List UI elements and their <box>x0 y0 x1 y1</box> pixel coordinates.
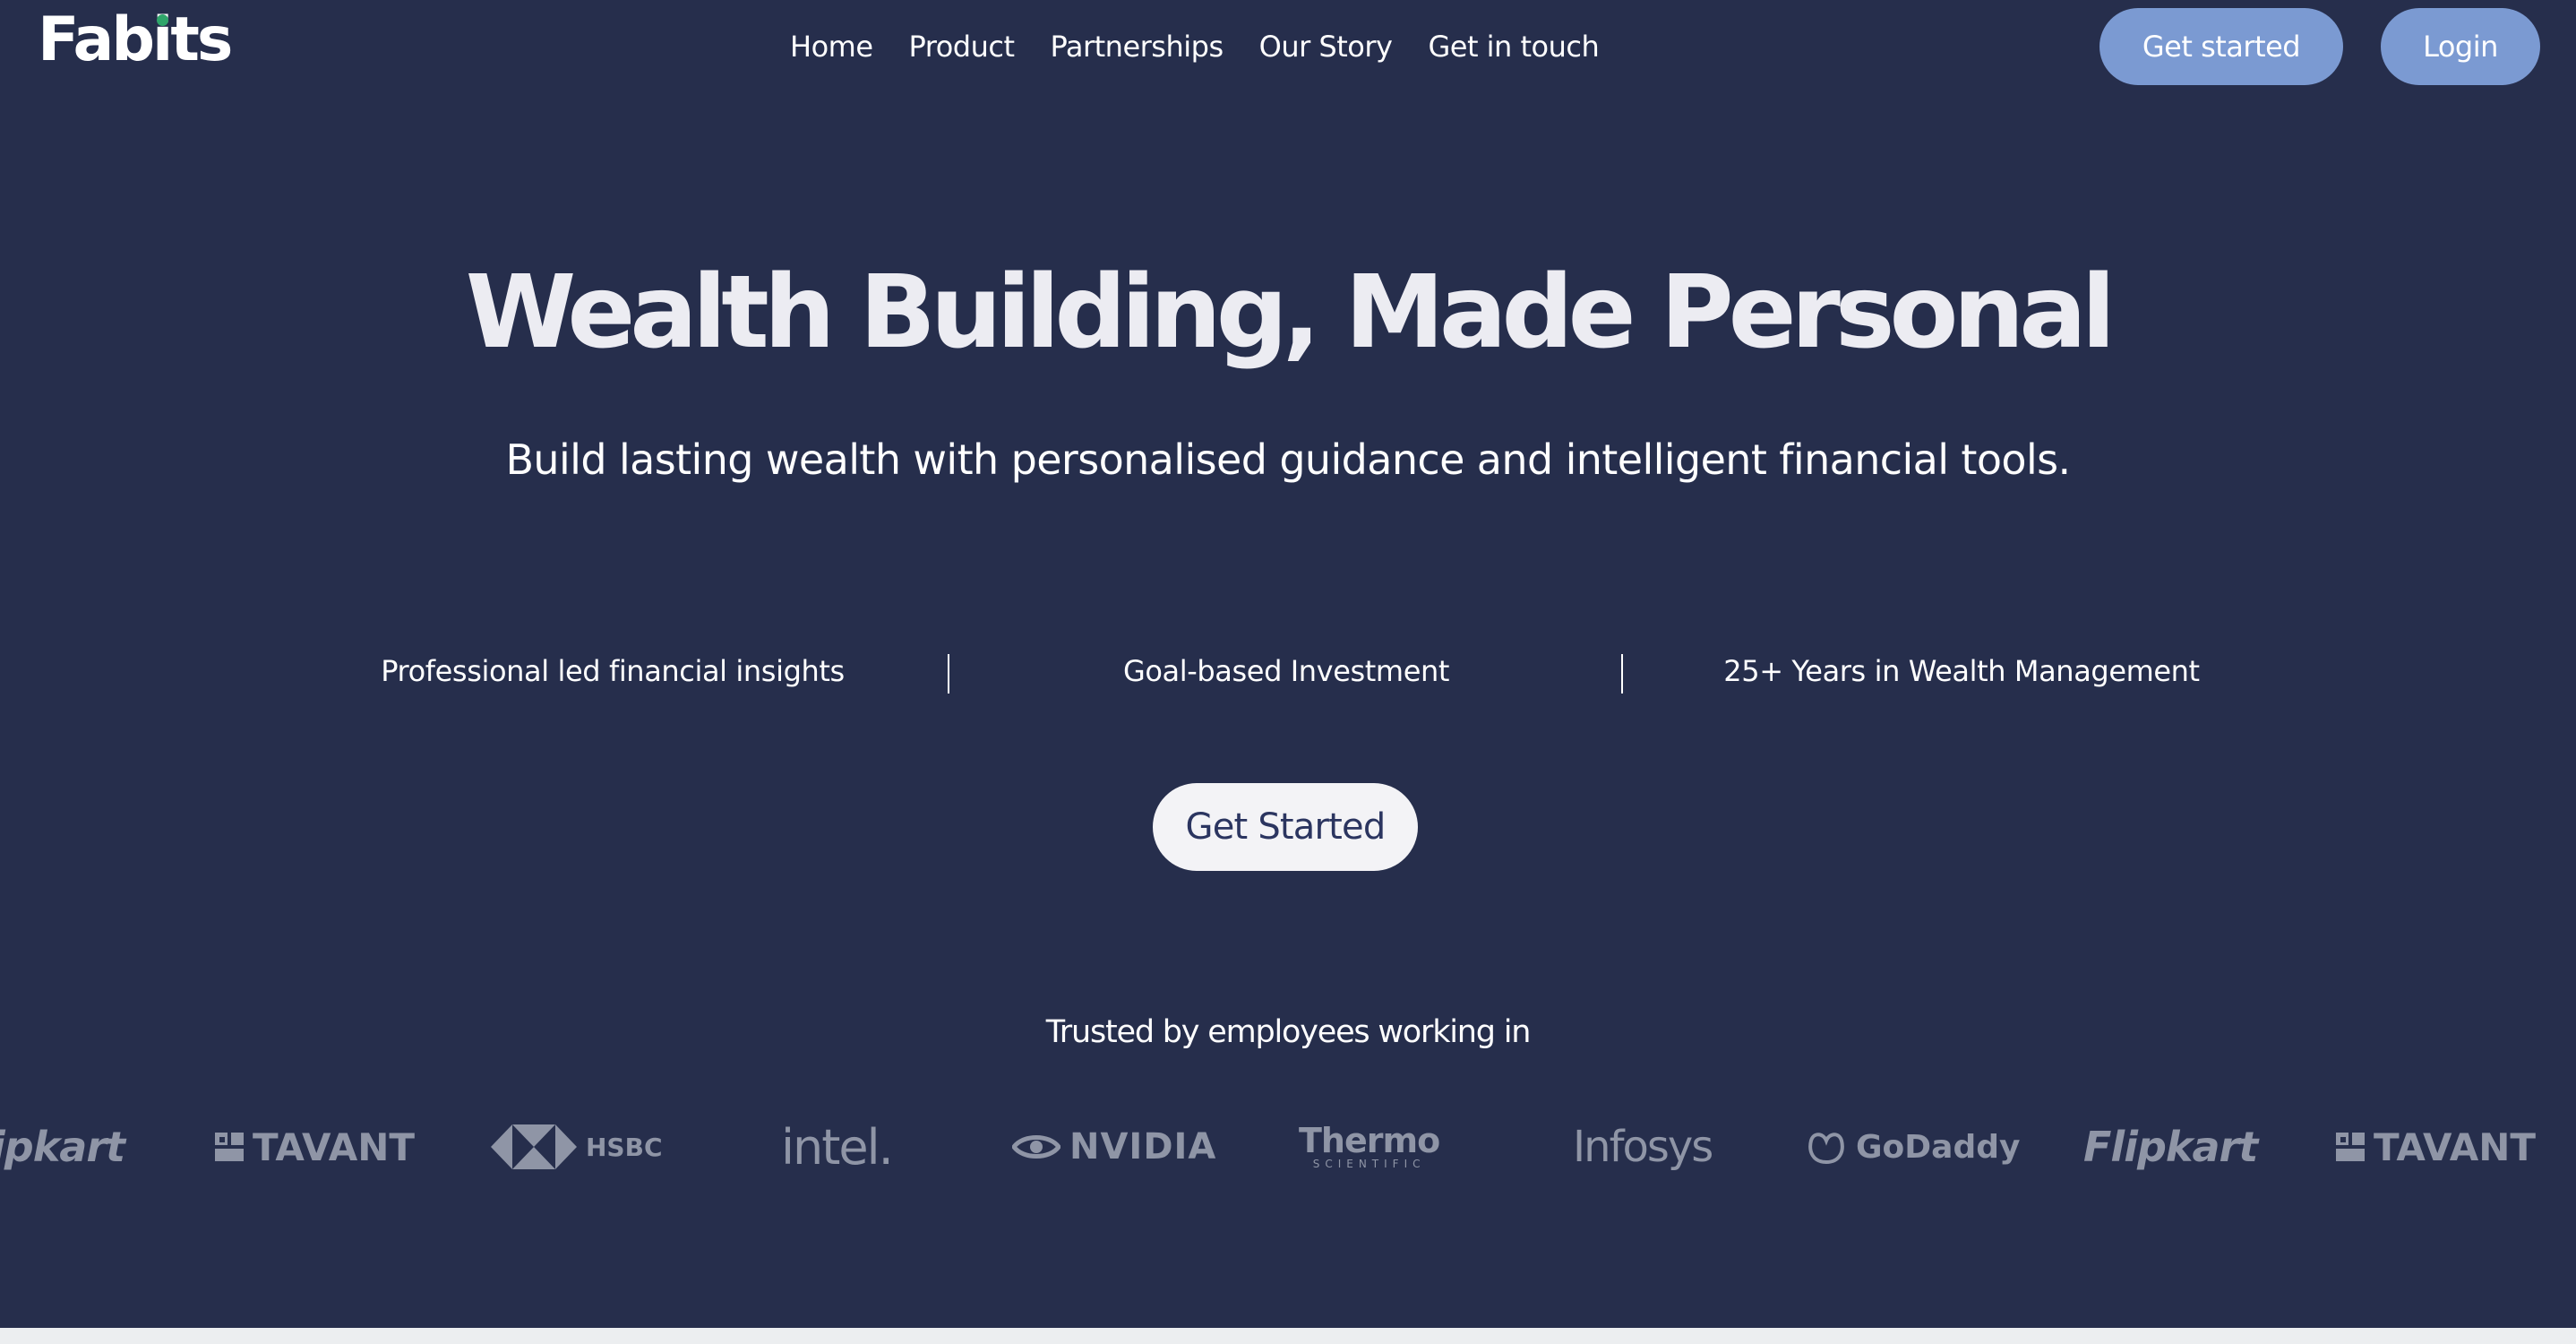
hero-title: Wealth Building, Made Personal <box>465 254 2116 371</box>
get-started-cta-button[interactable]: Get Started <box>1153 783 1418 871</box>
get-started-header-button[interactable]: Get started <box>2099 8 2343 85</box>
nvidia-logo: NVIDIA <box>1012 1111 1216 1183</box>
page-bottom-edge <box>0 1328 2576 1344</box>
feature-divider <box>1621 654 1623 694</box>
logo-label: ipkart <box>0 1123 125 1171</box>
feature-item: 25+ Years in Wealth Management <box>1723 654 2200 688</box>
flipkart-logo: ipkart <box>0 1111 125 1183</box>
logo-label: GoDaddy <box>1856 1128 2021 1166</box>
hsbc-hexagon-icon <box>491 1124 577 1169</box>
feature-divider <box>948 654 949 694</box>
page-background: Fabits Home Product Partnerships Our Sto… <box>0 0 2576 1328</box>
login-button[interactable]: Login <box>2381 8 2540 85</box>
hero-subtitle: Build lasting wealth with personalised g… <box>505 435 2071 484</box>
logo-label: Infosys <box>1573 1122 1713 1172</box>
logo-sublabel: SCIENTIFIC <box>1312 1158 1426 1170</box>
feature-strip: Professional led financial insights Goal… <box>0 645 2576 699</box>
logo-dot <box>157 14 168 26</box>
flipkart-logo: Flipkart <box>2083 1111 2258 1183</box>
hsbc-logo: HSBC <box>491 1111 663 1183</box>
fabits-logo[interactable]: Fabits <box>38 4 233 75</box>
nvidia-eye-icon <box>1012 1135 1060 1159</box>
logo-text: Fabits <box>38 4 233 75</box>
thermo-scientific-logo: Thermo SCIENTIFIC <box>1299 1111 1440 1183</box>
nav-partnerships[interactable]: Partnerships <box>1051 30 1224 64</box>
logo-label: intel. <box>781 1118 894 1176</box>
logo-label: TAVANT <box>2374 1124 2537 1169</box>
feature-item: Goal-based Investment <box>1122 654 1450 688</box>
intel-logo: intel. <box>781 1111 894 1183</box>
tavant-mark-icon <box>215 1133 244 1161</box>
nav-get-in-touch[interactable]: Get in touch <box>1428 30 1599 64</box>
tavant-logo: TAVANT <box>2336 1111 2536 1183</box>
godaddy-mark-icon <box>1808 1133 1844 1165</box>
nav-our-story[interactable]: Our Story <box>1259 30 1393 64</box>
infosys-logo: Infosys <box>1573 1111 1713 1183</box>
company-logo-carousel: ipkart TAVANT HSBC intel. NVIDIA Thermo … <box>0 1111 2576 1183</box>
trusted-heading: Trusted by employees working in <box>1045 1014 1532 1050</box>
logo-label: TAVANT <box>253 1124 416 1169</box>
main-nav: Home Product Partnerships Our Story Get … <box>790 22 1600 72</box>
feature-item: Professional led financial insights <box>381 654 845 688</box>
tavant-logo: TAVANT <box>215 1111 415 1183</box>
nav-home[interactable]: Home <box>790 30 873 64</box>
godaddy-logo: GoDaddy <box>1806 1111 2020 1183</box>
logo-label: Flipkart <box>2083 1123 2258 1171</box>
logo-label: Thermo <box>1299 1121 1440 1160</box>
logo-label: HSBC <box>586 1132 663 1162</box>
nav-product[interactable]: Product <box>909 30 1016 64</box>
logo-label: NVIDIA <box>1069 1126 1217 1167</box>
tavant-mark-icon <box>2336 1133 2365 1161</box>
